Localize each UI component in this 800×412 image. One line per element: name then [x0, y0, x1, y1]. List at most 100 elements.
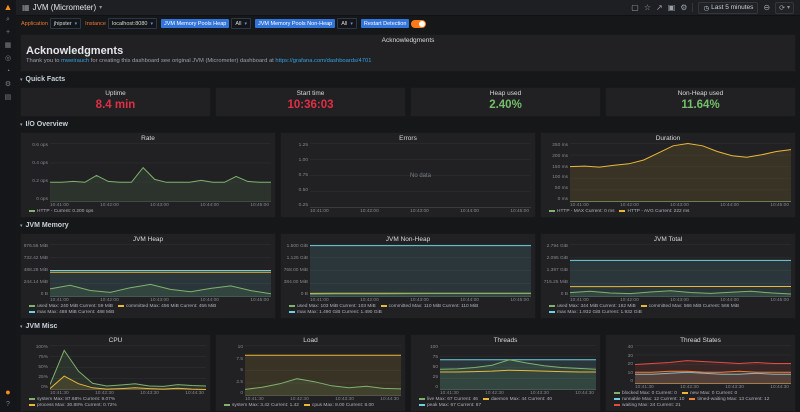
zoom-out-icon[interactable]: ⊖	[763, 3, 770, 13]
legend	[281, 214, 535, 217]
row-title: I/O Overview	[26, 121, 68, 128]
grafana-org-icon[interactable]: ●	[5, 388, 10, 396]
ack-url-link[interactable]: https://grafana.com/dashboards/4701	[275, 58, 371, 64]
panel-duration: Duration 250 ms200 ms150 ms100 ms50 ms0 …	[540, 132, 796, 218]
row-header-jvm-misc[interactable]: ▾ JVM Misc	[20, 322, 796, 331]
cpu-chart[interactable]	[50, 345, 206, 390]
panel-jvm-nonheap: JVM Non-Heap 1.500 GiB1.125 GiB768.00 Mi…	[280, 233, 536, 319]
threads-chart[interactable]	[440, 345, 596, 390]
variable-nonheap-pools: JVM Memory Pools Non-Heap All▾	[255, 18, 357, 29]
row-header-jvm-memory[interactable]: ▾ JVM Memory	[20, 221, 796, 230]
restart-detection-label[interactable]: Restart Detection	[361, 19, 410, 28]
thread-states-chart[interactable]	[635, 345, 791, 384]
panel-title[interactable]: JVM Heap	[21, 234, 275, 244]
nonheap-pools-select[interactable]: All▾	[337, 18, 357, 29]
time-range-picker[interactable]: ◷ Last 5 minutes	[698, 2, 758, 14]
row-header-io-overview[interactable]: ▾ I/O Overview	[20, 120, 796, 129]
ack-text-prefix: Thank you to	[26, 58, 61, 64]
y-axis-labels: 1.251.000.750.500.25	[283, 143, 310, 208]
panel-uptime: Uptime 8.4 min	[20, 87, 211, 117]
dashboard-title[interactable]: JVM (Micrometer)	[33, 3, 97, 12]
refresh-button[interactable]: ⟳ ▾	[775, 2, 794, 14]
errors-chart[interactable]: No data	[310, 143, 531, 208]
ack-author-link[interactable]: mweirauch	[61, 58, 89, 64]
save-icon[interactable]: ▣	[668, 3, 676, 13]
legend: used Max: 344 MiB Current: 162 MiBcommit…	[541, 303, 795, 318]
panel-title[interactable]: Uptime	[21, 88, 210, 98]
sidebar: ▲ ⌕ + ▦ ◎ ◔ ⚙ ▤ ●?	[0, 0, 16, 412]
heap-pools-label[interactable]: JVM Memory Pools Heap	[161, 19, 229, 28]
panel-title[interactable]: Thread States	[606, 335, 795, 345]
legend: used Max: 240 MiB Current: 59 MiBcommitt…	[21, 303, 275, 318]
jvm-heap-chart[interactable]	[50, 244, 271, 297]
create-icon[interactable]: +	[6, 29, 10, 37]
dashboards-icon[interactable]: ▦	[5, 42, 12, 50]
panel-title[interactable]: JVM Non-Heap	[281, 234, 535, 244]
nonheap-pools-label[interactable]: JVM Memory Pools Non-Heap	[255, 19, 335, 28]
legend: system Max: 3.42 Current: 1.42cpus Max: …	[216, 402, 405, 411]
help-icon[interactable]: ?	[6, 401, 10, 409]
panel-title[interactable]: CPU	[21, 335, 210, 345]
star-icon[interactable]: ☆	[644, 3, 651, 13]
panel-load: Load 107.552.50 10:41:3010:42:3010:43:30…	[215, 334, 406, 412]
jvm-memory-row: JVM Heap 976.56 MiB732.42 MiB488.28 MiB2…	[20, 233, 796, 319]
legend: system Max: 87.68% Current: 9.07%process…	[21, 396, 210, 411]
instance-select[interactable]: localhost:8080▾	[108, 18, 157, 29]
panel-nonheap-used: Non-Heap used 11.64%	[605, 87, 796, 117]
chevron-down-icon: ▾	[20, 77, 23, 83]
panel-jvm-total: JVM Total 2.794 GiB2.095 GiB1.397 GiB715…	[540, 233, 796, 319]
application-select[interactable]: jhipster▾	[50, 18, 81, 29]
row-title: JVM Misc	[26, 323, 58, 330]
stat-value: 11.64%	[606, 99, 795, 111]
legend: used Max: 103 MiB Current: 103 MiBcommit…	[281, 303, 535, 318]
jvm-nonheap-chart[interactable]	[310, 244, 531, 297]
variables-bar: Application jhipster▾ Instance localhost…	[16, 16, 800, 31]
navbar-divider	[692, 3, 693, 12]
explore-icon[interactable]: ◎	[5, 55, 11, 63]
no-data-label: No data	[310, 143, 531, 208]
share-icon[interactable]: ↗	[656, 3, 663, 13]
panel-title[interactable]: Duration	[541, 133, 795, 143]
search-icon[interactable]: ⌕	[6, 16, 10, 24]
heap-pools-select[interactable]: All▾	[231, 18, 251, 29]
server-admin-icon[interactable]: ▤	[5, 94, 12, 102]
variable-instance: Instance localhost:8080▾	[85, 18, 157, 29]
io-overview-row: Rate 0.6 ops0.4 ops0.2 ops0 ops 10:41:00…	[20, 132, 796, 218]
legend: HTTP - Current: 0.200 ops	[21, 208, 275, 217]
panel-title[interactable]: Load	[216, 335, 405, 345]
y-axis-labels: 250 ms200 ms150 ms100 ms50 ms0 ms	[543, 143, 570, 202]
y-axis-labels: 107.552.50	[218, 345, 245, 396]
toggle-knob	[419, 21, 425, 27]
panel-title[interactable]: Heap used	[411, 88, 600, 98]
title-caret-icon[interactable]: ▾	[99, 4, 102, 11]
panel-title[interactable]: Non-Heap used	[606, 88, 795, 98]
panel-title[interactable]: Threads	[411, 335, 600, 345]
panel-title[interactable]: Rate	[21, 133, 275, 143]
y-axis-labels: 0.6 ops0.4 ops0.2 ops0 ops	[23, 143, 50, 202]
panel-title[interactable]: Start time	[216, 88, 405, 98]
sidebar-bottom: ●?	[5, 388, 10, 409]
restart-detection-toggle[interactable]	[411, 20, 426, 28]
application-label: Application	[21, 21, 48, 27]
panel-title[interactable]: Errors	[281, 133, 535, 143]
settings-gear-icon[interactable]: ⚙	[680, 3, 687, 13]
chevron-down-icon: ▾	[20, 223, 23, 229]
grafana-logo[interactable]: ▲	[4, 3, 13, 11]
panel-rate: Rate 0.6 ops0.4 ops0.2 ops0 ops 10:41:00…	[20, 132, 276, 218]
rate-chart[interactable]	[50, 143, 271, 202]
row-header-quick-facts[interactable]: ▾ Quick Facts	[20, 75, 796, 84]
configuration-icon[interactable]: ⚙	[5, 81, 11, 89]
panel-title[interactable]: Acknowledgments	[21, 35, 795, 45]
chevron-down-icon: ▾	[20, 324, 23, 330]
load-chart[interactable]	[245, 345, 401, 396]
cycle-view-icon[interactable]: ▢	[631, 3, 639, 13]
alerting-icon[interactable]: ◔	[6, 68, 10, 76]
row-title: Quick Facts	[26, 76, 66, 83]
duration-chart[interactable]	[570, 143, 791, 202]
panel-title[interactable]: JVM Total	[541, 234, 795, 244]
chevron-down-icon: ▾	[150, 21, 153, 27]
ack-text-mid: for creating this dashboard see original…	[89, 58, 275, 64]
panel-threads: Threads 1007550250 10:41:3010:42:3010:43…	[410, 334, 601, 412]
jvm-total-chart[interactable]	[570, 244, 791, 297]
jvm-misc-row: CPU 100%75%50%25%0% 10:41:3010:42:3010:4…	[20, 334, 796, 412]
